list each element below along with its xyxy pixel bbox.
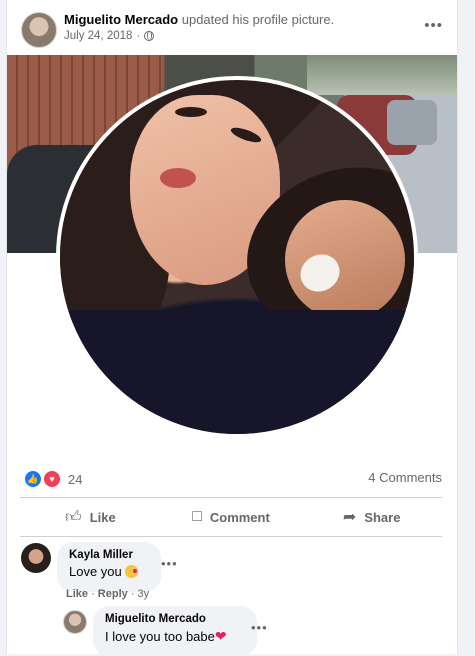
reply-author-avatar[interactable] bbox=[63, 610, 87, 634]
comment-meta: Like · Reply · 3y bbox=[66, 588, 150, 600]
post-meta: July 24, 2018 · bbox=[64, 30, 155, 42]
heart-emoji-icon: ❤ bbox=[214, 628, 227, 644]
comment-reply-link[interactable]: Reply bbox=[98, 588, 128, 600]
comment-button[interactable]: □ Comment bbox=[161, 499, 302, 535]
commenter-avatar[interactable] bbox=[21, 543, 51, 573]
meta-separator: · bbox=[136, 30, 141, 42]
comments-count-link[interactable]: 4 Comments bbox=[368, 470, 442, 485]
more-horizontal-icon[interactable]: ••• bbox=[424, 17, 443, 34]
author-name-link[interactable]: Miguelito Mercado bbox=[64, 12, 178, 27]
cover-trees bbox=[307, 55, 457, 95]
share-button[interactable]: ➦ Share bbox=[301, 499, 442, 535]
profile-picture[interactable] bbox=[56, 76, 418, 438]
comment-time[interactable]: 3y bbox=[138, 588, 150, 600]
share-arrow-icon: ➦ bbox=[342, 509, 357, 526]
kissing-face-emoji-icon bbox=[125, 565, 139, 578]
post-card: Miguelito Mercado updated his profile pi… bbox=[6, 0, 458, 656]
like-button[interactable]: 👍︎ Like bbox=[20, 499, 161, 535]
author-avatar[interactable] bbox=[21, 12, 57, 48]
thumbs-up-icon: 👍︎ bbox=[64, 508, 82, 526]
post-date-link[interactable]: July 24, 2018 bbox=[64, 30, 132, 42]
reply-more-icon[interactable]: ••• bbox=[251, 620, 268, 635]
reactions-summary[interactable]: 👍 ♥ 24 bbox=[23, 469, 82, 489]
comment-like-link[interactable]: Like bbox=[66, 588, 88, 600]
comment-bubble-icon: □ bbox=[192, 508, 202, 525]
globe-icon bbox=[144, 31, 155, 41]
divider bbox=[20, 536, 442, 537]
post-header-title: Miguelito Mercado updated his profile pi… bbox=[64, 12, 334, 27]
comment-more-icon[interactable]: ••• bbox=[161, 556, 178, 571]
reply-text: I love you too babe❤ bbox=[105, 628, 227, 644]
reply-bubble: Miguelito Mercado I love you too babe❤ bbox=[93, 606, 257, 656]
love-reaction-icon: ♥ bbox=[42, 469, 62, 489]
comment-author-link[interactable]: Kayla Miller bbox=[69, 549, 149, 561]
like-reaction-icon: 👍 bbox=[23, 469, 43, 489]
divider bbox=[20, 497, 442, 498]
action-bar: 👍︎ Like □ Comment ➦ Share bbox=[20, 499, 442, 535]
comment-bubble: Kayla Miller Love you bbox=[57, 542, 161, 592]
reply-author-link[interactable]: Miguelito Mercado bbox=[105, 613, 245, 625]
comment-text: Love you bbox=[69, 564, 149, 579]
cover-car-gray bbox=[387, 100, 437, 145]
post-action-text: updated his profile picture. bbox=[178, 12, 335, 27]
reaction-count: 24 bbox=[68, 471, 83, 487]
